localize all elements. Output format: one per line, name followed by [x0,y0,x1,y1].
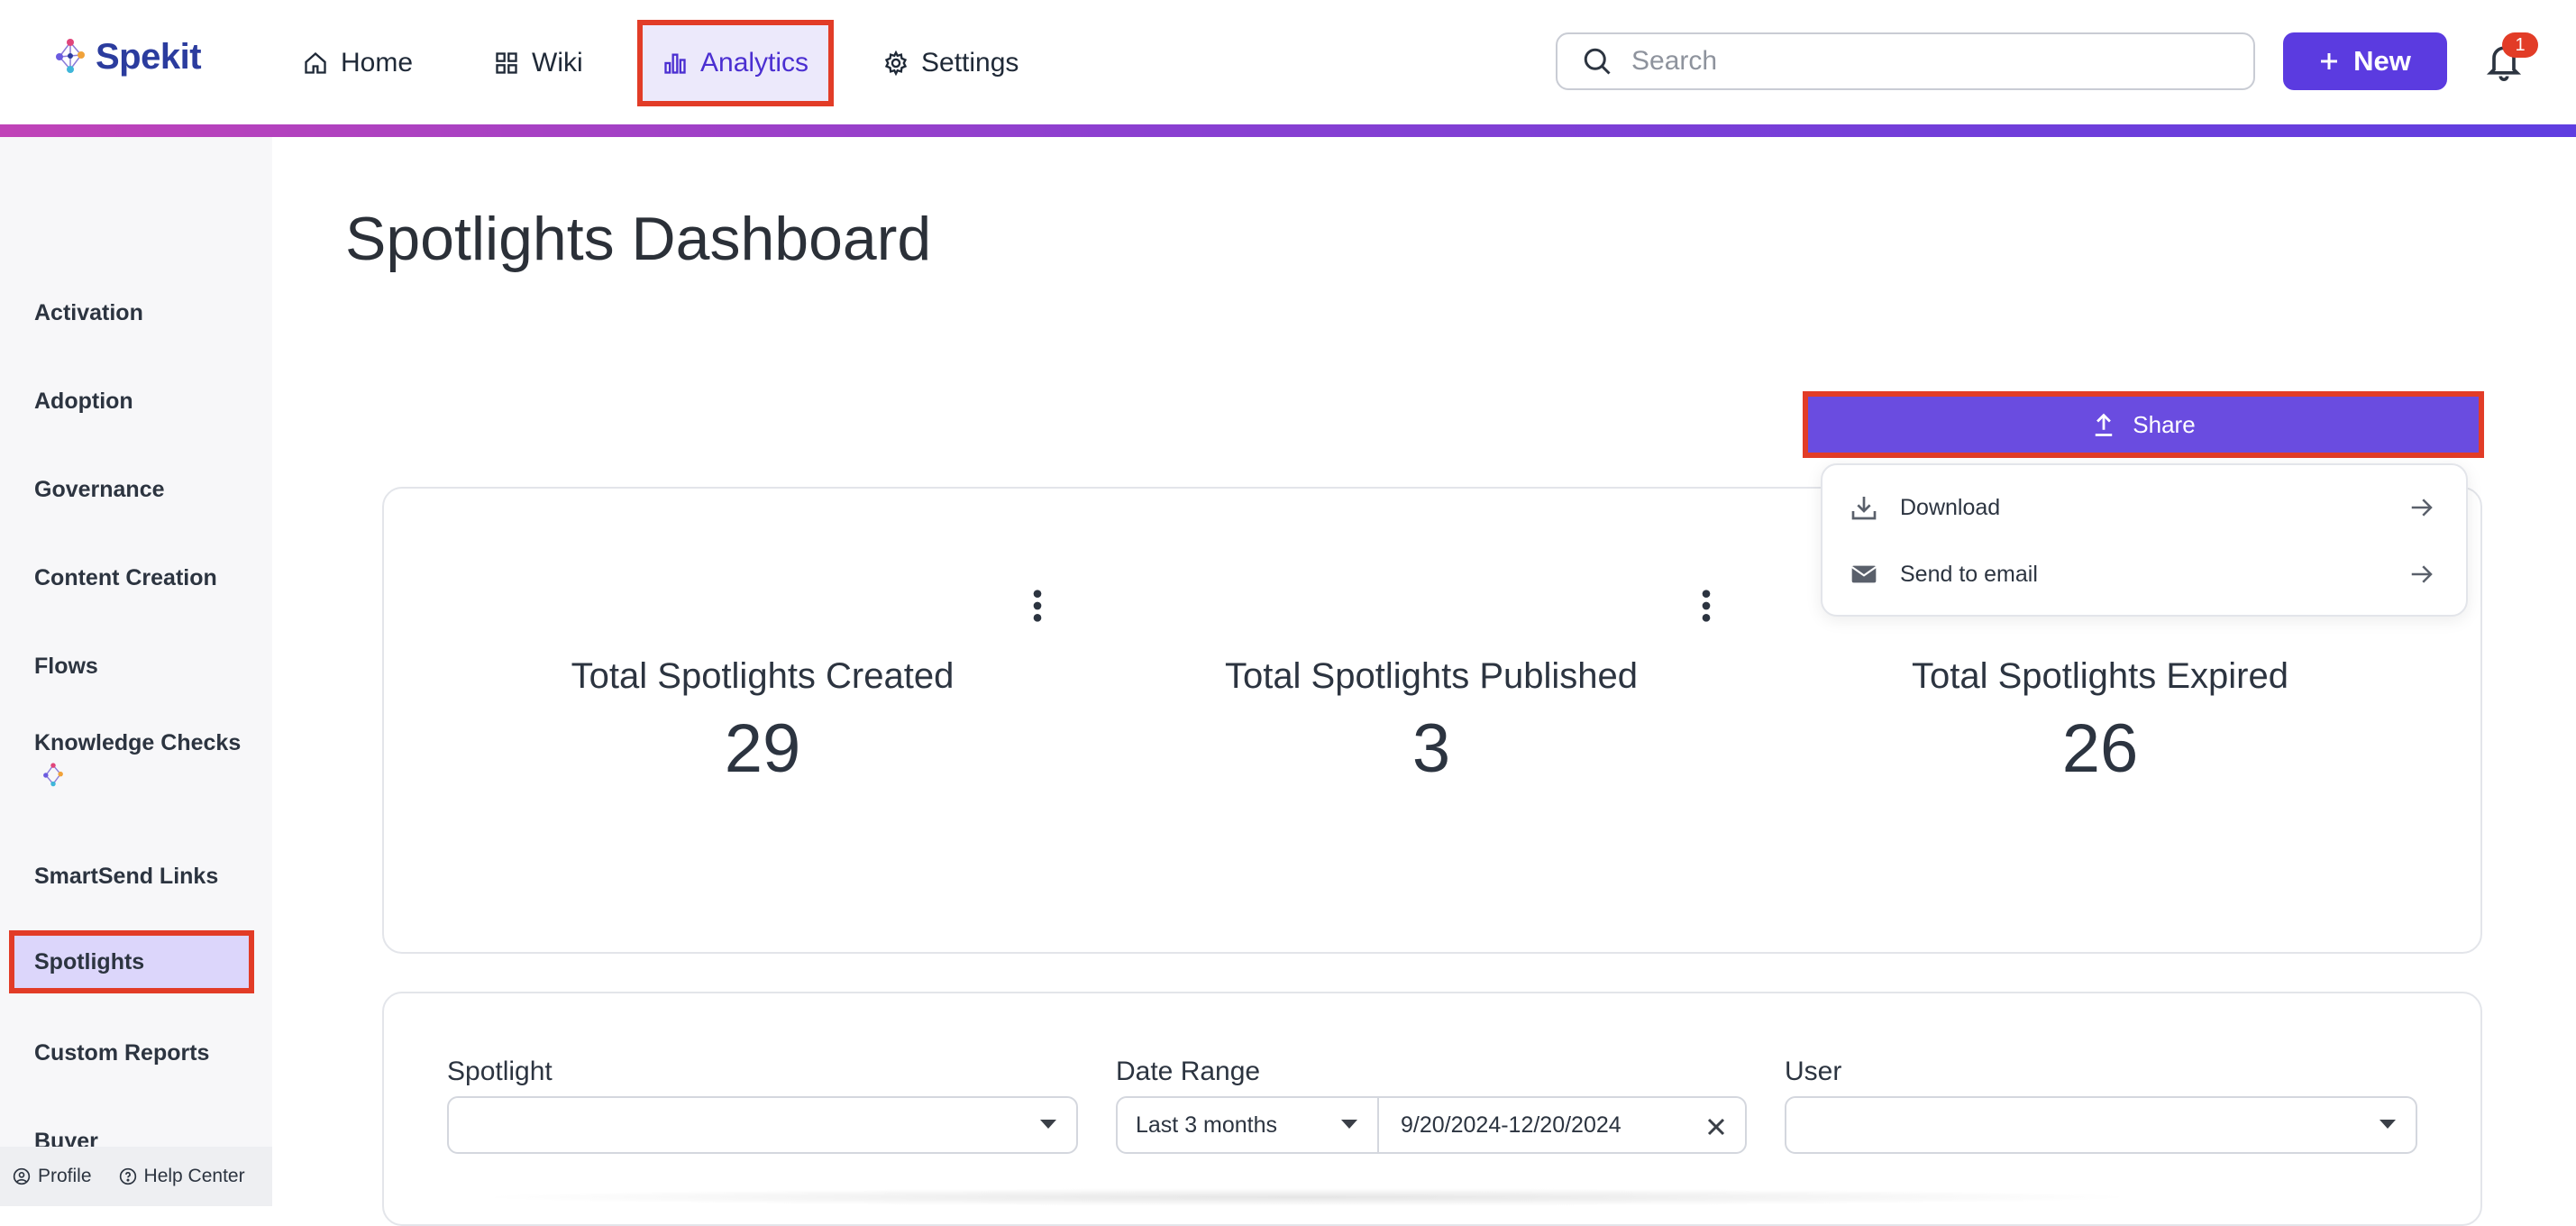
help-icon [119,1167,136,1185]
nav-analytics[interactable]: Analytics [637,20,835,106]
menu-item-label: Download [1900,494,2001,520]
sidebar-item-spotlights[interactable]: Spotlights [9,930,254,993]
stat-value: 26 [2061,710,2139,787]
sidebar-item-flows[interactable]: Flows [9,635,254,698]
content-shadow [469,1188,2145,1206]
notification-badge: 1 [2502,32,2538,58]
sidebar-item-label: Spotlights [34,948,145,974]
menu-item-download[interactable]: Download [1822,476,2466,539]
sidebar-item-label: Flows [34,653,98,679]
home-icon [305,51,326,74]
nav-settings[interactable]: Settings [883,20,1019,106]
menu-item-send-to-email[interactable]: Send to email [1822,543,2466,606]
menu-item-label: Send to email [1900,561,2038,587]
logo-text: Spekit [96,36,202,77]
stat-label: Total Spotlights Published [1224,656,1639,696]
sidebar-item-custom-reports[interactable]: Custom Reports [9,1021,254,1084]
sidebar-item-label: Custom Reports [34,1039,210,1066]
share-button-wrapper: Share [1803,391,2484,458]
help-center-label: Help Center [143,1166,245,1186]
stat-label: Total Spotlights Created [571,656,955,696]
email-icon [1851,565,1877,583]
sidebar-item-label: Content Creation [34,564,217,590]
sidebar-item-governance[interactable]: Governance [9,458,254,521]
plus-icon [2321,53,2338,69]
sidebar-item-adoption[interactable]: Adoption [9,370,254,433]
sidebar-item-activation[interactable]: Activation [9,281,254,344]
chevron-down-icon [1040,1120,1056,1129]
spekit-ai-icon [43,762,63,786]
clear-icon[interactable] [1705,1116,1727,1138]
header-gradient-divider [0,124,2576,137]
sidebar-item-label: Governance [34,476,165,502]
page-title: Spotlights Dashboard [345,205,932,273]
grid-icon [496,52,517,74]
sidebar-item-label: SmartSend Links [34,863,219,889]
kebab-menu-icon[interactable] [1698,588,1714,624]
user-circle-icon [13,1167,31,1185]
sidebar-item-content-creation[interactable]: Content Creation [9,546,254,609]
spotlight-select[interactable] [447,1096,1078,1154]
date-range-preset-value: Last 3 months [1136,1112,1278,1138]
sidebar-footer: Profile Help Center [0,1147,272,1206]
nav-wiki-label: Wiki [532,48,583,78]
date-range-filter-label: Date Range [1116,1057,1261,1086]
bar-chart-icon [664,53,686,74]
analytics-sidebar: Activation Adoption Governance Content C… [0,137,272,1206]
arrow-right-icon [2411,499,2433,517]
chevron-down-icon [2380,1120,2396,1129]
search-input[interactable] [1630,45,2206,78]
upload-icon [2096,413,2113,436]
chevron-down-icon [1341,1120,1357,1129]
spekit-logo-icon [56,39,85,73]
sidebar-item-label: Knowledge Checks [34,729,242,755]
stat-total-expired: Total Spotlights Expired 26 [1767,656,2434,788]
share-dropdown-menu: Download Send to email [1821,463,2468,617]
nav-wiki[interactable]: Wiki [494,20,583,106]
stat-total-published: Total Spotlights Published 3 [1098,656,1765,788]
spekit-logo[interactable]: Spekit [50,32,202,81]
new-button[interactable]: New [2283,32,2447,90]
nav-analytics-label: Analytics [700,48,809,78]
date-range-input[interactable]: 9/20/2024-12/20/2024 [1377,1096,1747,1154]
date-range-value: 9/20/2024-12/20/2024 [1401,1112,1621,1138]
nav-home-label: Home [341,48,414,78]
share-button-label: Share [2133,410,2196,438]
top-navigation-bar: Spekit Home Wiki Analytics Settings New … [0,0,2576,124]
search-icon [1584,48,1611,75]
stat-value: 3 [1411,710,1451,787]
help-center-link[interactable]: Help Center [119,1166,245,1187]
stat-total-created: Total Spotlights Created 29 [429,656,1096,788]
kebab-menu-icon[interactable] [1029,588,1046,624]
profile-label: Profile [38,1166,92,1186]
sidebar-item-smartsend-links[interactable]: SmartSend Links [9,845,254,908]
new-button-label: New [2353,45,2411,77]
search-box[interactable] [1556,32,2255,90]
gear-icon [884,50,908,76]
sidebar-item-knowledge-checks[interactable]: Knowledge Checks [9,723,254,795]
user-select[interactable] [1785,1096,2417,1154]
sidebar-item-label: Activation [34,299,143,325]
nav-settings-label: Settings [921,48,1019,78]
spotlight-filter-label: Spotlight [447,1057,553,1086]
nav-home[interactable]: Home [303,20,413,106]
stat-value: 29 [724,710,801,787]
download-icon [1851,497,1877,520]
share-button[interactable]: Share [1808,397,2479,453]
stat-label: Total Spotlights Expired [1911,656,2288,696]
sidebar-item-label: Adoption [34,388,133,414]
profile-link[interactable]: Profile [13,1166,92,1187]
date-range-preset-select[interactable]: Last 3 months [1116,1096,1379,1154]
arrow-right-icon [2411,565,2433,583]
user-filter-label: User [1785,1057,1842,1086]
